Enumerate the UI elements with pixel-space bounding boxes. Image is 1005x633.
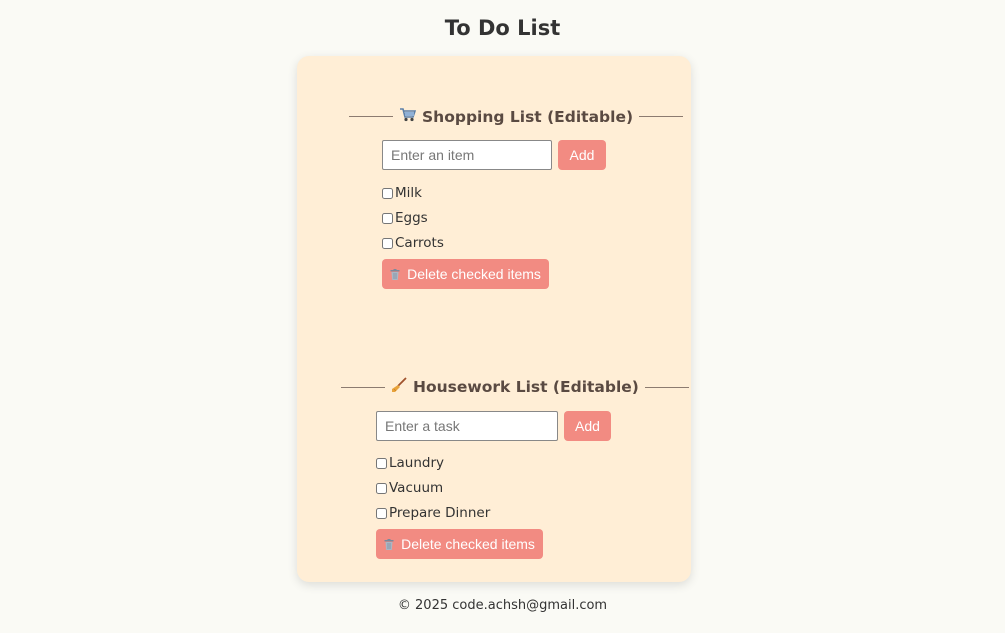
shopping-add-button[interactable]: Add [558,140,606,170]
housework-delete-checked-button[interactable]: Delete checked items [376,529,543,559]
housework-list-heading: Housework List (Editable) [341,377,689,397]
list-item-label: Eggs [395,210,428,226]
list-item[interactable]: Eggs [382,209,428,227]
shopping-item-checkbox[interactable] [382,237,393,249]
trash-icon [390,268,400,280]
heading-divider-right [639,116,684,117]
list-item-label: Vacuum [389,480,444,496]
list-item-label: Milk [395,185,422,201]
list-item[interactable]: Milk [382,184,422,202]
shopping-item-input[interactable] [382,140,552,170]
shopping-item-checkbox[interactable] [382,212,393,224]
housework-add-button[interactable]: Add [564,411,611,441]
list-item-label: Prepare Dinner [389,505,491,521]
housework-list-title: Housework List (Editable) [413,378,639,396]
shopping-list-heading: Shopping List (Editable) [349,107,684,126]
housework-item-checkbox[interactable] [376,482,387,494]
trash-icon [384,538,394,550]
broom-icon [391,377,407,397]
delete-button-label: Delete checked items [401,536,535,552]
todo-card [297,56,691,582]
housework-item-checkbox[interactable] [376,457,387,469]
shopping-item-checkbox[interactable] [382,187,393,199]
list-item[interactable]: Laundry [376,454,444,472]
delete-button-label: Delete checked items [407,266,541,282]
shopping-list-title: Shopping List (Editable) [422,107,634,126]
list-item-label: Carrots [395,235,444,251]
heading-divider-left [349,116,393,117]
housework-item-checkbox[interactable] [376,507,387,519]
heading-divider-right [644,386,689,388]
housework-task-input[interactable] [376,411,558,441]
list-item-label: Laundry [389,455,445,471]
shopping-cart-icon [399,107,417,126]
page-title: To Do List [444,16,561,40]
shopping-delete-checked-button[interactable]: Delete checked items [382,259,549,289]
footer-copyright: © 2025 code.achsh@gmail.com [397,598,608,613]
list-item[interactable]: Carrots [382,234,444,252]
list-item[interactable]: Prepare Dinner [376,504,490,522]
list-item[interactable]: Vacuum [376,479,443,497]
heading-divider-left [341,386,385,388]
